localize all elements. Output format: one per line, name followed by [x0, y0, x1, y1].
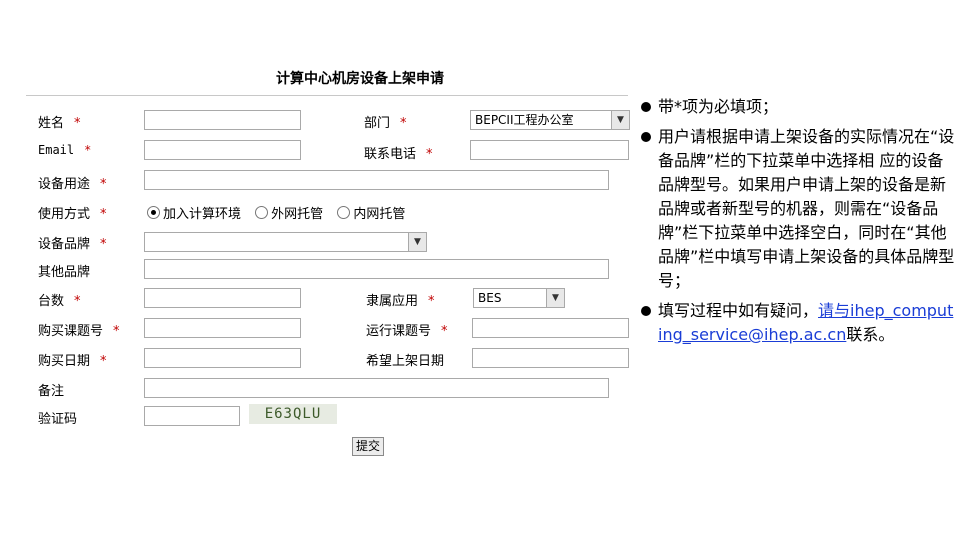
- required-mark: *: [400, 116, 407, 131]
- form-title: 计算中心机房设备上架申请: [276, 71, 444, 87]
- brand-select[interactable]: ▼: [144, 232, 427, 252]
- application-label: 隶属应用 *: [366, 294, 435, 309]
- chevron-down-icon: ▼: [611, 111, 629, 129]
- note-text: 填写过程中如有疑问，: [658, 301, 819, 320]
- note-text: 联系。: [846, 325, 895, 344]
- required-mark: *: [100, 177, 107, 192]
- purchase-date-input[interactable]: [144, 348, 301, 368]
- submit-button[interactable]: 提交: [352, 437, 384, 456]
- usage-option-compute[interactable]: 加入计算环境: [147, 206, 241, 222]
- department-select[interactable]: BEPCII工程办公室 ▼: [470, 110, 630, 130]
- captcha-image[interactable]: E63QLU: [249, 404, 337, 424]
- captcha-input[interactable]: [144, 406, 240, 426]
- form-top-divider: [26, 95, 628, 96]
- application-select[interactable]: BES ▼: [473, 288, 565, 308]
- required-mark: *: [428, 294, 435, 309]
- phone-label: 联系电话 *: [364, 147, 433, 162]
- name-input[interactable]: [144, 110, 301, 130]
- rack-date-input[interactable]: [472, 348, 629, 368]
- note-item: 用户请根据申请上架设备的实际情况在“设备品牌”栏的下拉菜单中选择相 应的设备品牌…: [640, 125, 956, 293]
- rack-date-label: 希望上架日期: [366, 354, 445, 369]
- purpose-label: 设备用途 *: [38, 177, 107, 192]
- captcha-label: 验证码: [38, 412, 78, 427]
- application-value: BES: [478, 291, 502, 305]
- purpose-input[interactable]: [144, 170, 609, 190]
- phone-input[interactable]: [470, 140, 629, 160]
- usage-option-external[interactable]: 外网托管: [255, 206, 323, 222]
- run-project-label: 运行课题号 *: [366, 324, 448, 339]
- required-mark: *: [100, 354, 107, 369]
- radio-icon: [337, 206, 351, 219]
- required-mark: *: [100, 207, 107, 222]
- other-brand-input[interactable]: [144, 259, 609, 279]
- note-item: 填写过程中如有疑问，请与ihep_computing_service@ihep.…: [640, 299, 956, 347]
- usage-label: 使用方式 *: [38, 207, 107, 222]
- required-mark: *: [74, 116, 81, 131]
- run-project-input[interactable]: [472, 318, 629, 338]
- other-brand-label: 其他品牌: [38, 265, 91, 280]
- email-label: Email *: [38, 143, 92, 157]
- required-mark: *: [441, 324, 448, 339]
- chevron-down-icon: ▼: [408, 233, 426, 251]
- purchase-project-input[interactable]: [144, 318, 301, 338]
- note-item: 带*项为必填项；: [640, 95, 956, 119]
- radio-icon: [255, 206, 269, 219]
- purchase-date-label: 购买日期 *: [38, 354, 107, 369]
- usage-radio-group: 加入计算环境 外网托管 内网托管: [147, 203, 405, 222]
- usage-option-internal[interactable]: 内网托管: [337, 206, 405, 222]
- department-value: BEPCII工程办公室: [475, 113, 574, 127]
- purchase-project-label: 购买课题号 *: [38, 324, 120, 339]
- required-mark: *: [100, 237, 107, 252]
- bullet-icon: [641, 132, 651, 142]
- chevron-down-icon: ▼: [546, 289, 564, 307]
- required-mark: *: [74, 294, 81, 309]
- name-label: 姓名 *: [38, 116, 81, 131]
- department-label: 部门 *: [364, 116, 407, 131]
- required-mark: *: [84, 143, 92, 157]
- note-text: 用户请根据申请上架设备的实际情况在“设备品牌”栏的下拉菜单中选择相 应的设备品牌…: [658, 127, 955, 290]
- bullet-icon: [641, 102, 651, 112]
- quantity-label: 台数 *: [38, 294, 81, 309]
- required-mark: *: [426, 147, 433, 162]
- radio-checked-icon: [147, 206, 160, 219]
- notes-panel: 带*项为必填项； 用户请根据申请上架设备的实际情况在“设备品牌”栏的下拉菜单中选…: [640, 95, 956, 353]
- required-mark: *: [113, 324, 120, 339]
- note-text: 带*项为必填项；: [658, 97, 779, 116]
- email-input[interactable]: [144, 140, 301, 160]
- quantity-input[interactable]: [144, 288, 301, 308]
- brand-label: 设备品牌 *: [38, 237, 107, 252]
- bullet-icon: [641, 306, 651, 316]
- remark-input[interactable]: [144, 378, 609, 398]
- remark-label: 备注: [38, 384, 65, 399]
